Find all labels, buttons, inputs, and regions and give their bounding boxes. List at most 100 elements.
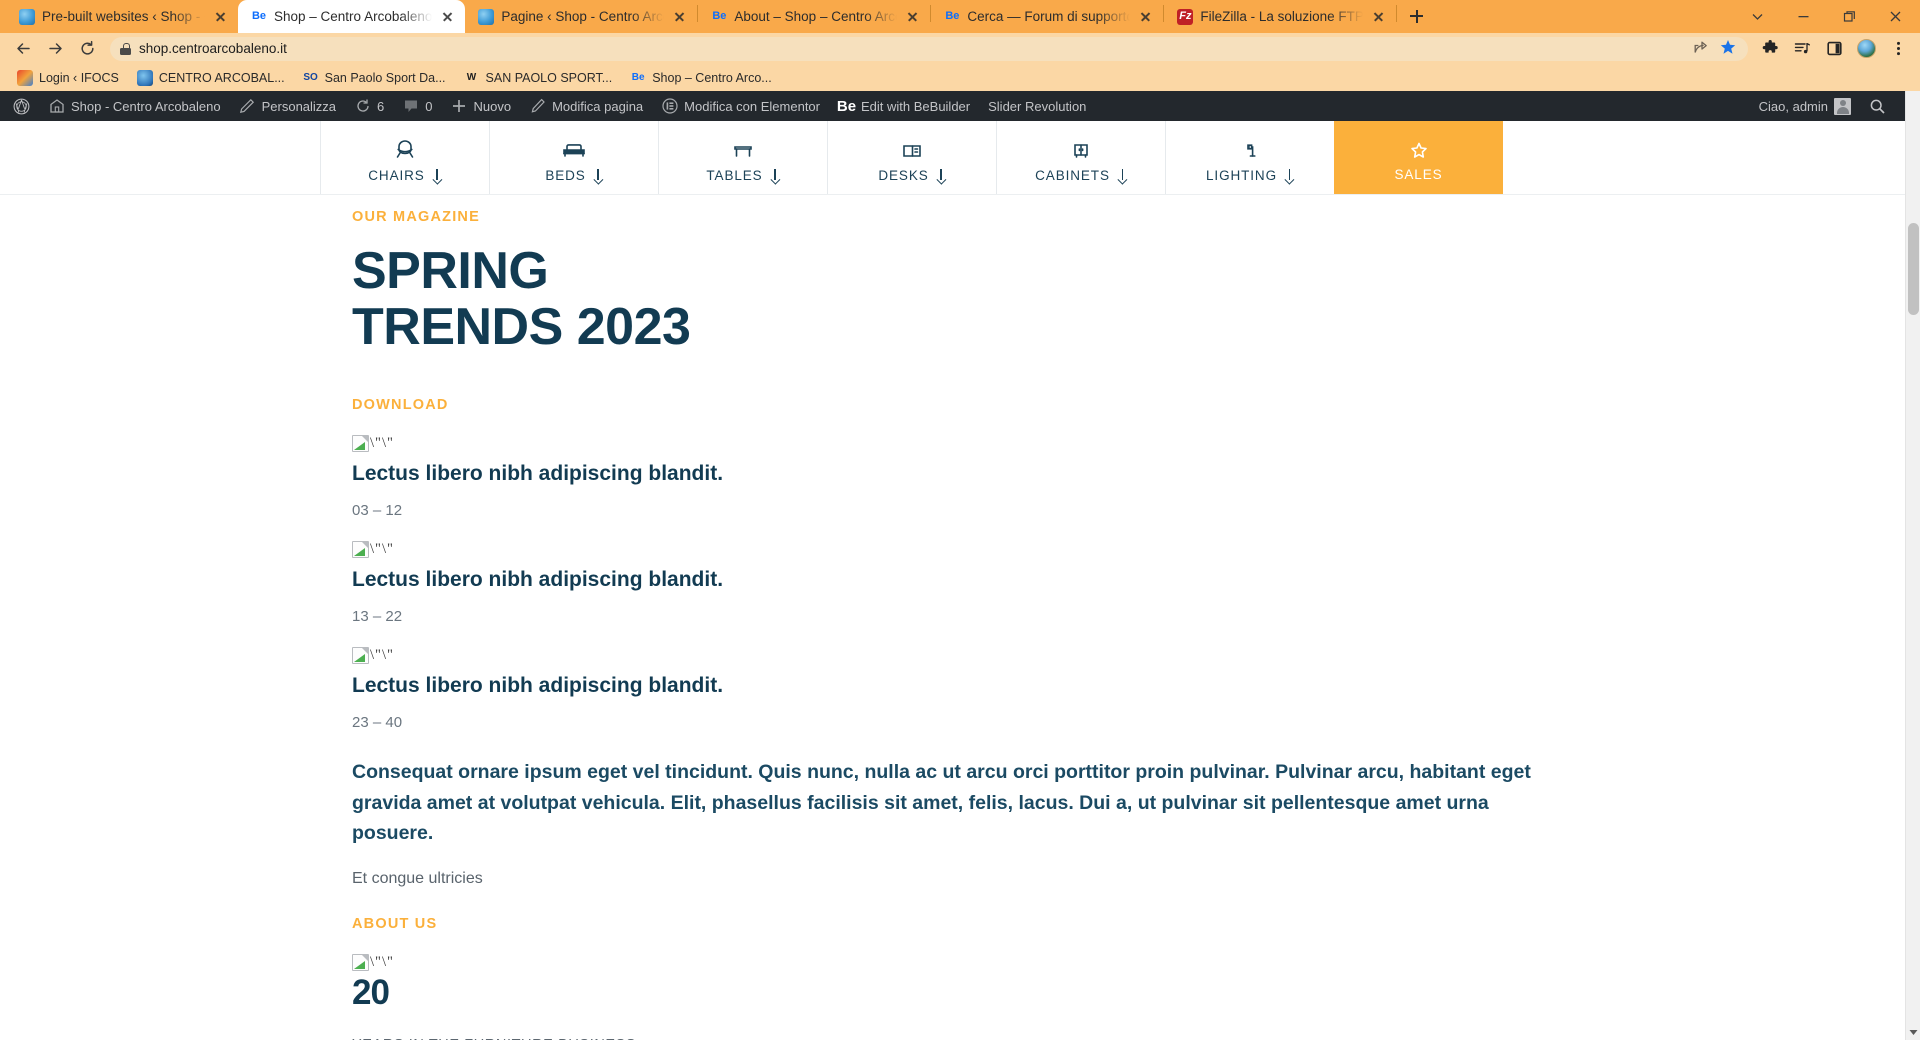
nav-item-lighting[interactable]: LIGHTING <box>1165 121 1334 194</box>
admin-bar-bebuilder[interactable]: Be Edit with BeBuilder <box>829 91 979 121</box>
bookmarks-bar: Login ‹ IFOCS CENTRO ARCOBAL... SO San P… <box>0 64 1920 91</box>
tab-title: About – Shop – Centro Arcobaleno <box>734 9 897 24</box>
broken-image-placeholder: \"\" <box>352 647 1905 665</box>
broken-image-icon <box>352 953 369 971</box>
broken-image-icon <box>352 541 369 559</box>
bookmark-item[interactable]: W SAN PAOLO SPORT... <box>455 70 622 86</box>
lock-icon <box>120 42 131 55</box>
bookmark-label: San Paolo Sport Da... <box>324 70 446 85</box>
bookmark-label: Shop – Centro Arco... <box>652 70 772 85</box>
close-icon[interactable] <box>671 8 688 25</box>
admin-bar-search[interactable] <box>1860 91 1895 121</box>
bookmark-star-icon[interactable] <box>1720 39 1736 58</box>
download-link[interactable]: DOWNLOAD <box>352 355 1905 413</box>
scroll-down-arrow[interactable] <box>1906 1025 1920 1040</box>
browser-tab[interactable]: Fz FileZilla - La soluzione FTP gratuit <box>1164 0 1396 33</box>
browser-tab[interactable]: Be Cerca — Forum di supporto di Be <box>931 0 1163 33</box>
sidepanel-icon[interactable] <box>1820 35 1848 63</box>
admin-bar-label: Nuovo <box>473 98 512 114</box>
admin-bar-right: Ciao, admin <box>1750 91 1901 121</box>
wordpress-logo-icon[interactable] <box>4 91 39 121</box>
bookmark-label: Login ‹ IFOCS <box>39 70 119 85</box>
close-icon[interactable] <box>439 8 456 25</box>
extensions-puzzle-icon[interactable] <box>1756 35 1784 63</box>
chair-icon <box>390 136 420 164</box>
home-icon <box>48 98 65 115</box>
behance-favicon: Be <box>631 72 645 83</box>
close-icon[interactable] <box>904 8 921 25</box>
eyebrow-about-us: ABOUT US <box>352 915 438 932</box>
lamp-icon <box>1235 136 1265 164</box>
admin-bar-site-name[interactable]: Shop - Centro Arcobaleno <box>39 91 230 121</box>
page-scrollbar[interactable] <box>1905 91 1920 1040</box>
nav-item-label: LIGHTING <box>1206 168 1277 183</box>
admin-bar-label: 0 <box>425 98 433 114</box>
media-playlist-icon[interactable] <box>1788 35 1816 63</box>
admin-bar-updates[interactable]: 6 <box>345 91 393 121</box>
admin-bar-customize[interactable]: Personalizza <box>230 91 345 121</box>
minimize-icon[interactable] <box>1780 0 1826 33</box>
globe-favicon <box>19 8 35 25</box>
url-text: shop.centroarcobaleno.it <box>139 41 287 56</box>
pencil-icon <box>239 98 256 115</box>
nav-left-spacer <box>0 121 320 194</box>
broken-image-icon <box>352 435 369 453</box>
bookmark-item[interactable]: CENTRO ARCOBAL... <box>128 69 294 86</box>
tab-title: FileZilla - La soluzione FTP gratuit <box>1200 9 1364 24</box>
close-icon[interactable] <box>212 8 229 25</box>
share-icon[interactable] <box>1692 39 1709 59</box>
bookmark-item[interactable]: SO San Paolo Sport Da... <box>294 70 455 86</box>
forward-button[interactable] <box>40 35 70 63</box>
browser-tab[interactable]: Be About – Shop – Centro Arcobaleno <box>698 0 930 33</box>
arcobaleno-favicon <box>136 69 153 86</box>
nav-item-label: DESKS <box>878 168 929 183</box>
chevron-down-icon <box>433 169 442 182</box>
chevron-down-icon[interactable] <box>1734 0 1780 33</box>
browser-window: Pre-built websites ‹ Shop - Centro Be Sh… <box>0 0 1920 1040</box>
article-title: Lectus libero nibh adipiscing blandit. <box>352 462 724 486</box>
profile-avatar[interactable] <box>1852 35 1880 63</box>
page-content: OUR MAGAZINE SPRING TRENDS 2023 DOWNLOAD… <box>0 195 1905 1040</box>
address-bar[interactable]: shop.centroarcobaleno.it <box>110 36 1748 61</box>
admin-bar-account[interactable]: Ciao, admin <box>1750 91 1860 121</box>
browser-tab-active[interactable]: Be Shop – Centro Arcobaleno <box>238 0 466 33</box>
close-icon[interactable] <box>1872 0 1918 33</box>
nav-item-desks[interactable]: DESKS <box>827 121 996 194</box>
admin-bar-label: Shop - Centro Arcobaleno <box>71 98 221 114</box>
admin-bar-comments[interactable]: 0 <box>393 91 441 121</box>
reload-button[interactable] <box>72 35 102 63</box>
admin-bar-slider-revolution[interactable]: Slider Revolution <box>979 91 1095 121</box>
hero-line-2: TRENDS 2023 <box>352 298 691 357</box>
browser-tab[interactable]: Pre-built websites ‹ Shop - Centro <box>6 0 238 33</box>
admin-bar-new[interactable]: Nuovo <box>442 91 521 121</box>
nav-item-label: SALES <box>1394 167 1443 182</box>
restore-icon[interactable] <box>1826 0 1872 33</box>
admin-bar-elementor[interactable]: Modifica con Elementor <box>652 91 829 121</box>
toolbar-icons <box>1756 35 1912 63</box>
updates-icon <box>354 98 371 115</box>
close-icon[interactable] <box>1137 8 1154 25</box>
article-title: Lectus libero nibh adipiscing blandit. <box>352 674 724 698</box>
scrollbar-thumb[interactable] <box>1908 223 1919 315</box>
nav-item-tables[interactable]: TABLES <box>658 121 827 194</box>
desk-icon <box>897 136 927 164</box>
chrome-menu-icon[interactable] <box>1884 35 1912 63</box>
new-tab-button[interactable] <box>1402 2 1430 30</box>
comment-icon <box>402 98 419 115</box>
close-icon[interactable] <box>1370 8 1387 25</box>
browser-toolbar: shop.centroarcobaleno.it <box>0 33 1920 64</box>
back-button[interactable] <box>8 35 38 63</box>
page-content-area: Shop - Centro Arcobaleno Personalizza 6 <box>0 91 1905 1040</box>
bookmark-item[interactable]: Be Shop – Centro Arco... <box>621 70 781 86</box>
browser-tab[interactable]: Pagine ‹ Shop - Centro Arcobaleno <box>465 0 697 33</box>
nav-item-chairs[interactable]: CHAIRS <box>320 121 489 194</box>
broken-image-alt: \"\" <box>370 953 394 970</box>
admin-bar-label: Slider Revolution <box>988 98 1087 114</box>
bookmark-item[interactable]: Login ‹ IFOCS <box>8 69 128 86</box>
nav-item-cabinets[interactable]: CABINETS <box>996 121 1165 194</box>
nav-item-beds[interactable]: BEDS <box>489 121 658 194</box>
admin-bar-edit-page[interactable]: Modifica pagina <box>520 91 652 121</box>
site-navigation: CHAIRS BEDS TABLES DESKS CABINETS LIGHTI… <box>0 121 1905 195</box>
nav-item-sales[interactable]: SALES <box>1334 121 1503 194</box>
chevron-down-icon <box>1285 169 1294 182</box>
